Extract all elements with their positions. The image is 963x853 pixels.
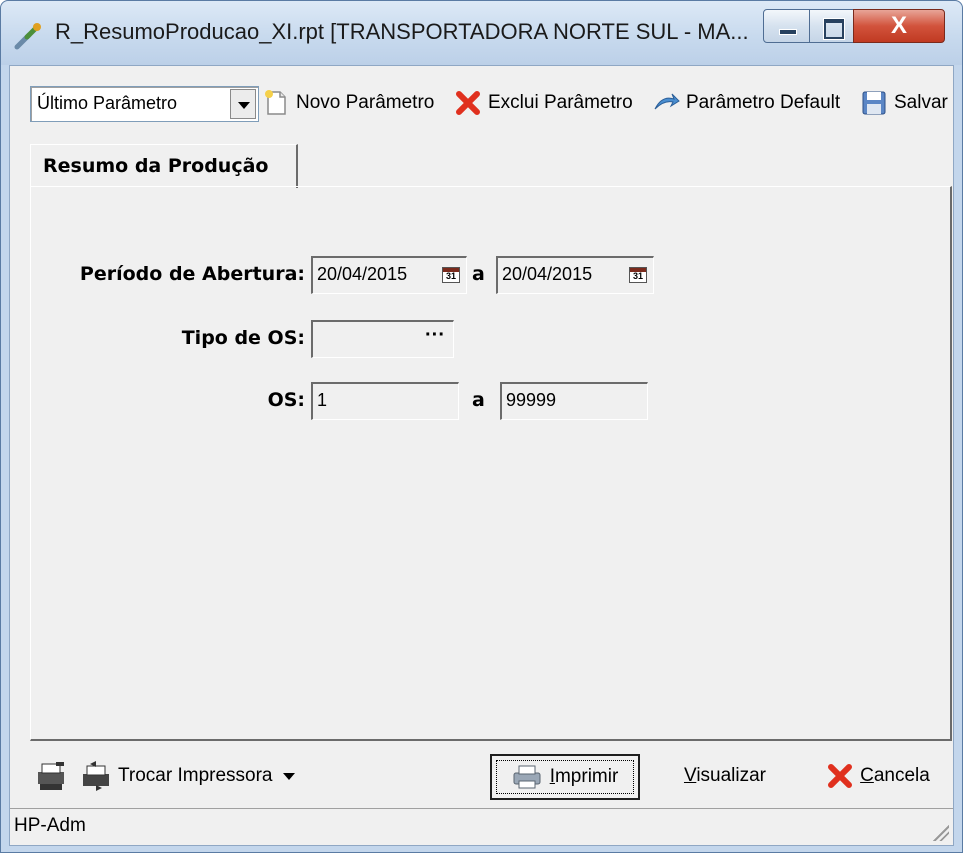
- periodo-from-field[interactable]: 20/04/2015: [311, 256, 467, 294]
- parametro-default-label: Parâmetro Default: [686, 92, 841, 113]
- novo-parametro-button[interactable]: Novo Parâmetro: [262, 88, 434, 118]
- parameter-select[interactable]: Último Parâmetro: [30, 86, 259, 122]
- trocar-impressora-label: Trocar Impressora: [118, 765, 273, 786]
- imprimir-button[interactable]: Imprimir: [490, 754, 640, 800]
- maximize-button[interactable]: [809, 9, 854, 43]
- red-x-icon: [828, 764, 853, 788]
- red-x-icon: [456, 91, 480, 115]
- salvar-label: Salvar: [894, 92, 948, 113]
- periodo-to-field[interactable]: 20/04/2015: [496, 256, 654, 294]
- os-from-field[interactable]: 1: [311, 382, 459, 420]
- tab-resumo-producao[interactable]: Resumo da Produção: [30, 144, 298, 188]
- periodo-label: Período de Abertura:: [79, 263, 305, 285]
- swap-printer-icon: [83, 761, 109, 791]
- cancela-label-rest: ancela: [873, 765, 930, 786]
- os-separator: a: [472, 389, 485, 411]
- title-bar[interactable]: R_ResumoProducao_XI.rpt [TRANSPORTADORA …: [1, 1, 962, 65]
- visualizar-accel: V: [683, 765, 697, 786]
- visualizar-label: Visualizar: [684, 765, 766, 787]
- cancela-button[interactable]: Cancela: [818, 756, 938, 796]
- chevron-down-icon: [282, 772, 295, 780]
- blue-arrow-icon: [654, 93, 680, 110]
- parameter-select-value: Último Parâmetro: [37, 93, 178, 113]
- exclui-parametro-button[interactable]: Exclui Parâmetro: [454, 88, 633, 118]
- os-from-value: 1: [317, 390, 328, 410]
- toolbar: Último Parâmetro Novo Parâmetro Exclui P…: [10, 66, 953, 138]
- periodo-to-value: 20/04/2015: [502, 264, 593, 284]
- action-bar: Trocar Impressora Imprimir Visualizar Ca…: [10, 748, 953, 808]
- periodo-from-value: 20/04/2015: [317, 264, 408, 284]
- printer-status: HP-Adm: [14, 815, 86, 836]
- printer-settings-icon[interactable]: [34, 760, 68, 794]
- chevron-down-icon[interactable]: [230, 89, 256, 119]
- periodo-separator: a: [472, 263, 485, 285]
- visualizar-button[interactable]: Visualizar: [670, 756, 780, 796]
- os-to-field[interactable]: 99999: [500, 382, 648, 420]
- ellipsis-button[interactable]: ···: [425, 324, 445, 347]
- close-icon: X: [890, 12, 907, 39]
- salvar-button[interactable]: Salvar: [860, 88, 948, 118]
- window-title: R_ResumoProducao_XI.rpt [TRANSPORTADORA …: [55, 19, 749, 44]
- cancela-label: Cancela: [860, 765, 930, 787]
- calendar-icon[interactable]: [629, 267, 647, 283]
- new-document-icon: [265, 90, 286, 115]
- novo-parametro-label: Novo Parâmetro: [296, 92, 435, 113]
- tab-panel: Período de Abertura: 20/04/2015 a 20/04/…: [30, 186, 952, 741]
- report-window: R_ResumoProducao_XI.rpt [TRANSPORTADORA …: [0, 0, 963, 853]
- minimize-button[interactable]: [763, 9, 810, 43]
- resize-grip[interactable]: [933, 825, 949, 841]
- os-label: OS:: [267, 389, 305, 411]
- cancela-accel: C: [860, 765, 874, 786]
- parametro-default-button[interactable]: Parâmetro Default: [652, 88, 840, 118]
- close-button[interactable]: X: [853, 9, 945, 43]
- tools-icon: [14, 23, 41, 50]
- trocar-impressora-button[interactable]: Trocar Impressora: [80, 756, 295, 796]
- tipo-os-label: Tipo de OS:: [181, 327, 305, 349]
- calendar-icon[interactable]: [442, 267, 460, 283]
- exclui-parametro-label: Exclui Parâmetro: [488, 92, 633, 113]
- visualizar-label-rest: isualizar: [696, 765, 767, 786]
- status-bar: HP-Adm: [10, 808, 953, 845]
- os-to-value: 99999: [506, 390, 557, 410]
- floppy-disk-icon: [862, 91, 886, 115]
- focus-rect: [496, 760, 634, 794]
- client-area: Último Parâmetro Novo Parâmetro Exclui P…: [9, 65, 954, 846]
- tipo-os-field[interactable]: ···: [311, 320, 454, 358]
